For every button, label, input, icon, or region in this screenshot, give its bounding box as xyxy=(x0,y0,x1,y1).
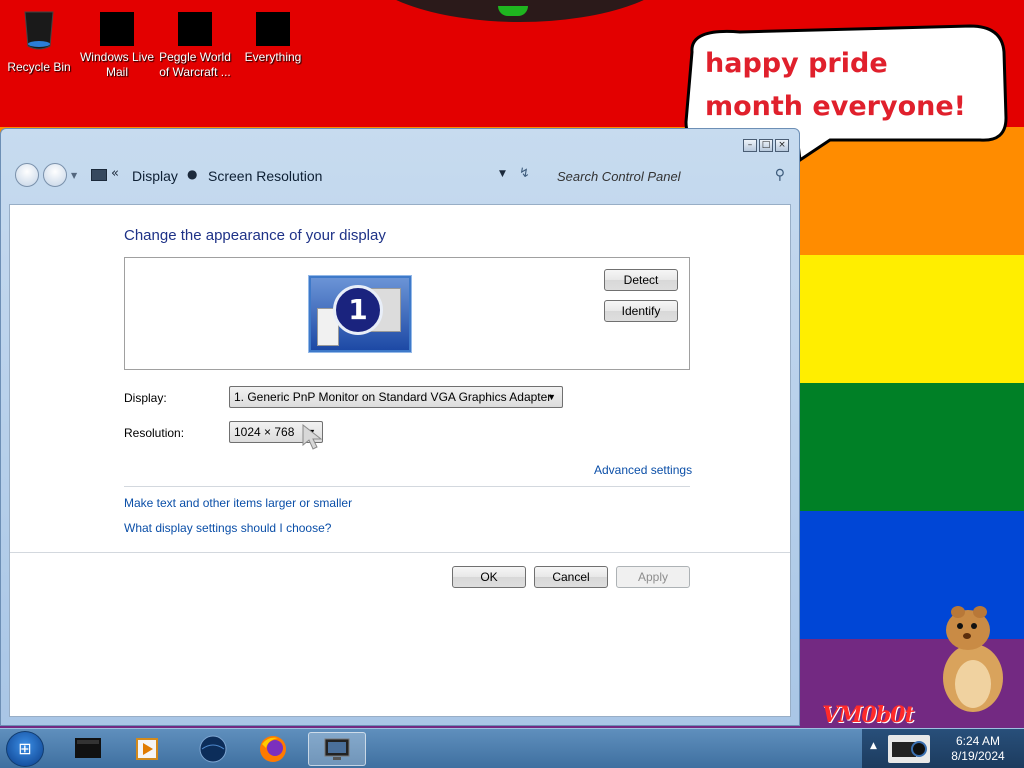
resolution-select-value: 1024 × 768 xyxy=(234,425,295,439)
advanced-settings-link[interactable]: Advanced settings xyxy=(594,463,692,477)
speech-bubble-text: happy pride month everyone! xyxy=(705,48,966,122)
breadcrumb-screen-resolution[interactable]: Screen Resolution xyxy=(208,168,322,184)
navigation-bar: ▼ « Display ● Screen Resolution ▼ ↯ Sear… xyxy=(9,159,791,195)
display-select-value: 1. Generic PnP Monitor on Standard VGA G… xyxy=(234,390,552,404)
refresh-icon[interactable]: ↯ xyxy=(519,166,530,181)
taskbar: ⊞ ▲ 6:24 AM 8/19/2024 xyxy=(0,728,1024,768)
close-button[interactable]: × xyxy=(775,139,789,152)
maximize-button[interactable]: □ xyxy=(759,139,773,152)
recycle-bin-icon xyxy=(24,11,54,50)
camera-tray-icon[interactable] xyxy=(888,735,930,763)
apply-button[interactable]: Apply xyxy=(616,566,690,588)
control-panel-icon xyxy=(91,169,107,181)
display-settings-icon xyxy=(324,738,350,760)
desktop-icon-recycle-bin[interactable]: Recycle Bin xyxy=(1,8,77,75)
content-area: Change the appearance of your display 1 … xyxy=(9,204,791,717)
recent-pages-dropdown[interactable]: ▼ xyxy=(71,171,77,180)
resolution-label: Resolution: xyxy=(124,426,185,440)
monitor-1-tile[interactable]: 1 xyxy=(309,276,411,352)
breadcrumb-overflow-icon[interactable]: « xyxy=(111,166,119,181)
page-title: Change the appearance of your display xyxy=(124,227,386,244)
desktop-icon-label: Peggle World of Warcraft ... xyxy=(159,50,231,79)
screen-resolution-window: – □ × ▼ « Display ● Screen Resolution ▼ … xyxy=(0,128,800,726)
taskbar-clock[interactable]: 6:24 AM 8/19/2024 xyxy=(938,734,1018,764)
clock-date: 8/19/2024 xyxy=(951,749,1005,763)
section-divider xyxy=(124,486,690,487)
search-app-icon xyxy=(256,12,290,46)
breadcrumb-display[interactable]: Display xyxy=(132,168,178,184)
hamster-image xyxy=(943,606,1003,712)
start-button[interactable]: ⊞ xyxy=(6,731,44,767)
display-help-link[interactable]: What display settings should I choose? xyxy=(124,521,331,535)
cancel-button[interactable]: Cancel xyxy=(534,566,608,588)
window-caption-buttons: – □ × xyxy=(743,139,789,152)
text-size-link[interactable]: Make text and other items larger or smal… xyxy=(124,496,352,510)
desktop-icon-everything[interactable]: Everything xyxy=(235,12,311,65)
desktop-icon-label: Recycle Bin xyxy=(7,60,71,74)
address-dropdown-icon[interactable]: ▼ xyxy=(499,169,506,179)
detect-button[interactable]: Detect xyxy=(604,269,678,291)
desktop-icon-peggle[interactable]: Peggle World of Warcraft ... xyxy=(157,12,233,80)
vmobot-watermark: VM0b0t xyxy=(822,702,915,728)
display-select[interactable]: 1. Generic PnP Monitor on Standard VGA G… xyxy=(229,386,563,408)
search-box[interactable]: Search Control Panel ⚲ xyxy=(551,162,791,190)
desktop-icon-windows-live-mail[interactable]: Windows Live Mail xyxy=(79,12,155,80)
system-tray: ▲ 6:24 AM 8/19/2024 xyxy=(862,729,1024,768)
media-player-icon[interactable] xyxy=(122,732,172,766)
forward-button[interactable] xyxy=(43,163,67,187)
display-label: Display: xyxy=(124,391,167,405)
monitor-arrangement-panel: 1 Detect Identify xyxy=(124,257,690,370)
button-bar-divider xyxy=(10,552,790,553)
back-button[interactable] xyxy=(15,163,39,187)
clock-time: 6:24 AM xyxy=(955,734,1001,748)
file-explorer-icon[interactable] xyxy=(64,732,114,766)
firefox-icon[interactable] xyxy=(248,732,298,766)
mail-icon xyxy=(100,12,134,46)
display-settings-taskbar-button[interactable] xyxy=(308,732,366,766)
search-icon[interactable]: ⚲ xyxy=(775,167,785,183)
monitor-number-badge: 1 xyxy=(333,285,383,335)
identify-button[interactable]: Identify xyxy=(604,300,678,322)
desktop-icon-label: Everything xyxy=(244,50,302,64)
windows-logo-icon: ⊞ xyxy=(18,739,32,758)
search-input[interactable]: Search Control Panel xyxy=(557,169,681,184)
show-hidden-icons-button[interactable]: ▲ xyxy=(870,741,877,751)
breadcrumb-separator-icon[interactable]: ● xyxy=(187,167,197,181)
mouse-cursor-icon xyxy=(302,423,323,450)
peggle-icon xyxy=(178,12,212,46)
minimize-button[interactable]: – xyxy=(743,139,757,152)
chevron-down-icon: ▼ xyxy=(547,392,556,402)
browser-globe-icon[interactable] xyxy=(188,732,238,766)
desktop-icon-label: Windows Live Mail xyxy=(79,50,155,79)
ok-button[interactable]: OK xyxy=(452,566,526,588)
